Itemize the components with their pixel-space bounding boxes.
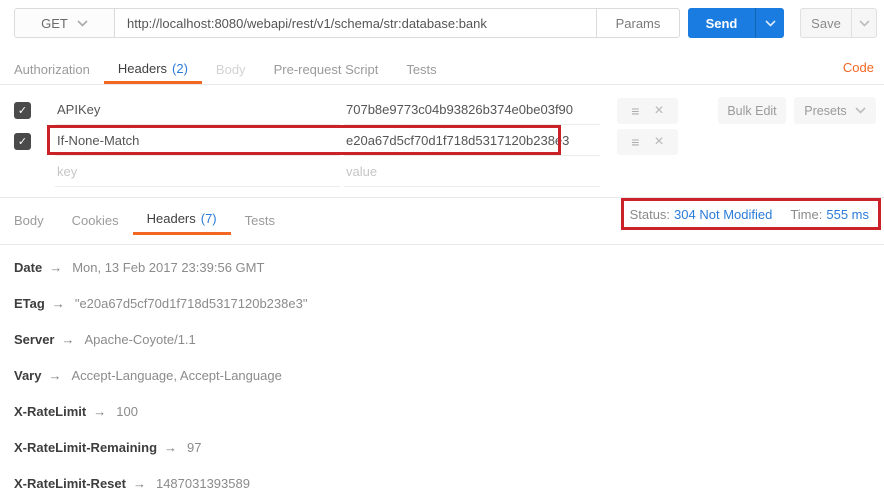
header-value-input[interactable] <box>344 95 600 125</box>
tab-authorization[interactable]: Authorization <box>0 55 104 84</box>
tab-label: Tests <box>406 62 436 77</box>
arrow-right-icon: → <box>133 476 146 491</box>
save-button[interactable]: Save <box>800 8 877 38</box>
row-actions: ≡ × <box>617 98 678 124</box>
response-header-row: ETag → "e20a67d5cf70d1f718d5317120b238e3… <box>14 285 307 321</box>
response-header-key: Date <box>14 260 42 275</box>
header-checkbox[interactable]: ✓ <box>14 102 31 119</box>
header-value-input[interactable] <box>344 126 600 156</box>
response-header-key: ETag <box>14 296 45 311</box>
arrow-right-icon: → <box>52 296 65 311</box>
drag-handle-icon[interactable]: ≡ <box>631 104 639 118</box>
url-input[interactable] <box>115 9 596 37</box>
time-value: 555 ms <box>826 207 869 222</box>
tab-label: Pre-request Script <box>274 62 379 77</box>
header-checkbox[interactable]: ✓ <box>14 133 31 150</box>
arrow-right-icon: → <box>93 404 106 419</box>
tab-label: Body <box>216 62 246 77</box>
response-header-value: 97 <box>187 440 201 455</box>
row-actions: ≡ × <box>617 129 678 155</box>
response-header-key: X-RateLimit <box>14 404 86 419</box>
response-header-value: 1487031393589 <box>156 476 250 491</box>
tab-label: Cookies <box>72 213 119 228</box>
check-icon: ✓ <box>18 104 27 117</box>
request-url-bar: GET Params <box>14 8 680 38</box>
response-header-value: Accept-Language, Accept-Language <box>71 368 281 383</box>
response-tabs: Body Cookies Headers (7) Tests <box>0 205 289 235</box>
send-dropdown-button[interactable] <box>755 8 784 38</box>
status-value: 304 Not Modified <box>674 207 772 222</box>
save-button-label: Save <box>801 9 851 37</box>
presets-button[interactable]: Presets <box>794 97 876 124</box>
check-icon: ✓ <box>18 135 27 148</box>
tab-response-body[interactable]: Body <box>0 205 58 235</box>
header-key-input[interactable] <box>55 126 340 156</box>
postman-app: GET Params Send Save Authorization Heade… <box>0 0 884 495</box>
header-row-new <box>0 157 884 188</box>
tab-headers[interactable]: Headers (2) <box>104 55 202 84</box>
response-header-value: Mon, 13 Feb 2017 23:39:56 GMT <box>72 260 264 275</box>
status-label: Status: <box>630 207 670 222</box>
send-button-label: Send <box>688 8 755 38</box>
response-header-key: Server <box>14 332 54 347</box>
response-header-row: X-RateLimit-Reset → 1487031393589 <box>14 465 250 495</box>
chevron-down-icon <box>855 107 866 114</box>
tab-count-badge: (7) <box>201 211 217 226</box>
delete-row-icon[interactable]: × <box>654 103 663 119</box>
bulk-edit-button[interactable]: Bulk Edit <box>718 97 786 124</box>
tab-label: Authorization <box>14 62 90 77</box>
tab-count-badge: (2) <box>172 61 188 76</box>
header-key-input[interactable] <box>55 95 340 125</box>
response-header-row: Server → Apache-Coyote/1.1 <box>14 321 196 357</box>
response-header-row: X-RateLimit-Remaining → 97 <box>14 429 201 465</box>
tab-label: Body <box>14 213 44 228</box>
response-header-row: Date → Mon, 13 Feb 2017 23:39:56 GMT <box>14 249 264 285</box>
response-header-value: 100 <box>116 404 138 419</box>
time-label: Time: <box>790 207 822 222</box>
response-header-key: Vary <box>14 368 41 383</box>
arrow-right-icon: → <box>164 440 177 455</box>
new-header-key-input[interactable] <box>55 157 340 187</box>
tab-response-headers[interactable]: Headers (7) <box>133 205 231 235</box>
response-header-key: X-RateLimit-Reset <box>14 476 126 491</box>
response-header-value: Apache-Coyote/1.1 <box>84 332 195 347</box>
response-header-value: "e20a67d5cf70d1f718d5317120b238e3" <box>75 296 308 311</box>
chevron-down-icon <box>77 20 88 27</box>
delete-row-icon[interactable]: × <box>654 134 663 150</box>
request-tabs: Authorization Headers (2) Body Pre-reque… <box>0 55 451 84</box>
tab-label: Tests <box>245 213 275 228</box>
params-button[interactable]: Params <box>596 9 679 37</box>
send-button[interactable]: Send <box>688 8 784 38</box>
arrow-right-icon: → <box>49 260 62 275</box>
divider <box>0 84 884 85</box>
response-status-area: Status: 304 Not Modified Time: 555 ms <box>621 198 881 230</box>
header-row-if-none-match: ✓ ≡ × <box>0 126 884 157</box>
arrow-right-icon: → <box>48 368 61 383</box>
tab-label: Headers <box>118 61 167 76</box>
tab-body[interactable]: Body <box>202 55 260 84</box>
presets-button-label: Presets <box>804 104 846 118</box>
drag-handle-icon[interactable]: ≡ <box>631 135 639 149</box>
method-select[interactable]: GET <box>15 9 115 37</box>
save-dropdown-button[interactable] <box>851 9 876 37</box>
new-header-value-input[interactable] <box>344 157 600 187</box>
method-label: GET <box>41 16 68 31</box>
response-header-row: X-RateLimit → 100 <box>14 393 138 429</box>
arrow-right-icon: → <box>61 332 74 347</box>
tab-label: Headers <box>147 211 196 226</box>
code-link[interactable]: Code <box>843 60 874 75</box>
tab-pre-request-script[interactable]: Pre-request Script <box>260 55 393 84</box>
divider <box>0 244 884 245</box>
tab-response-tests[interactable]: Tests <box>231 205 289 235</box>
response-header-row: Vary → Accept-Language, Accept-Language <box>14 357 282 393</box>
response-header-key: X-RateLimit-Remaining <box>14 440 157 455</box>
tab-response-cookies[interactable]: Cookies <box>58 205 133 235</box>
tab-tests[interactable]: Tests <box>392 55 450 84</box>
